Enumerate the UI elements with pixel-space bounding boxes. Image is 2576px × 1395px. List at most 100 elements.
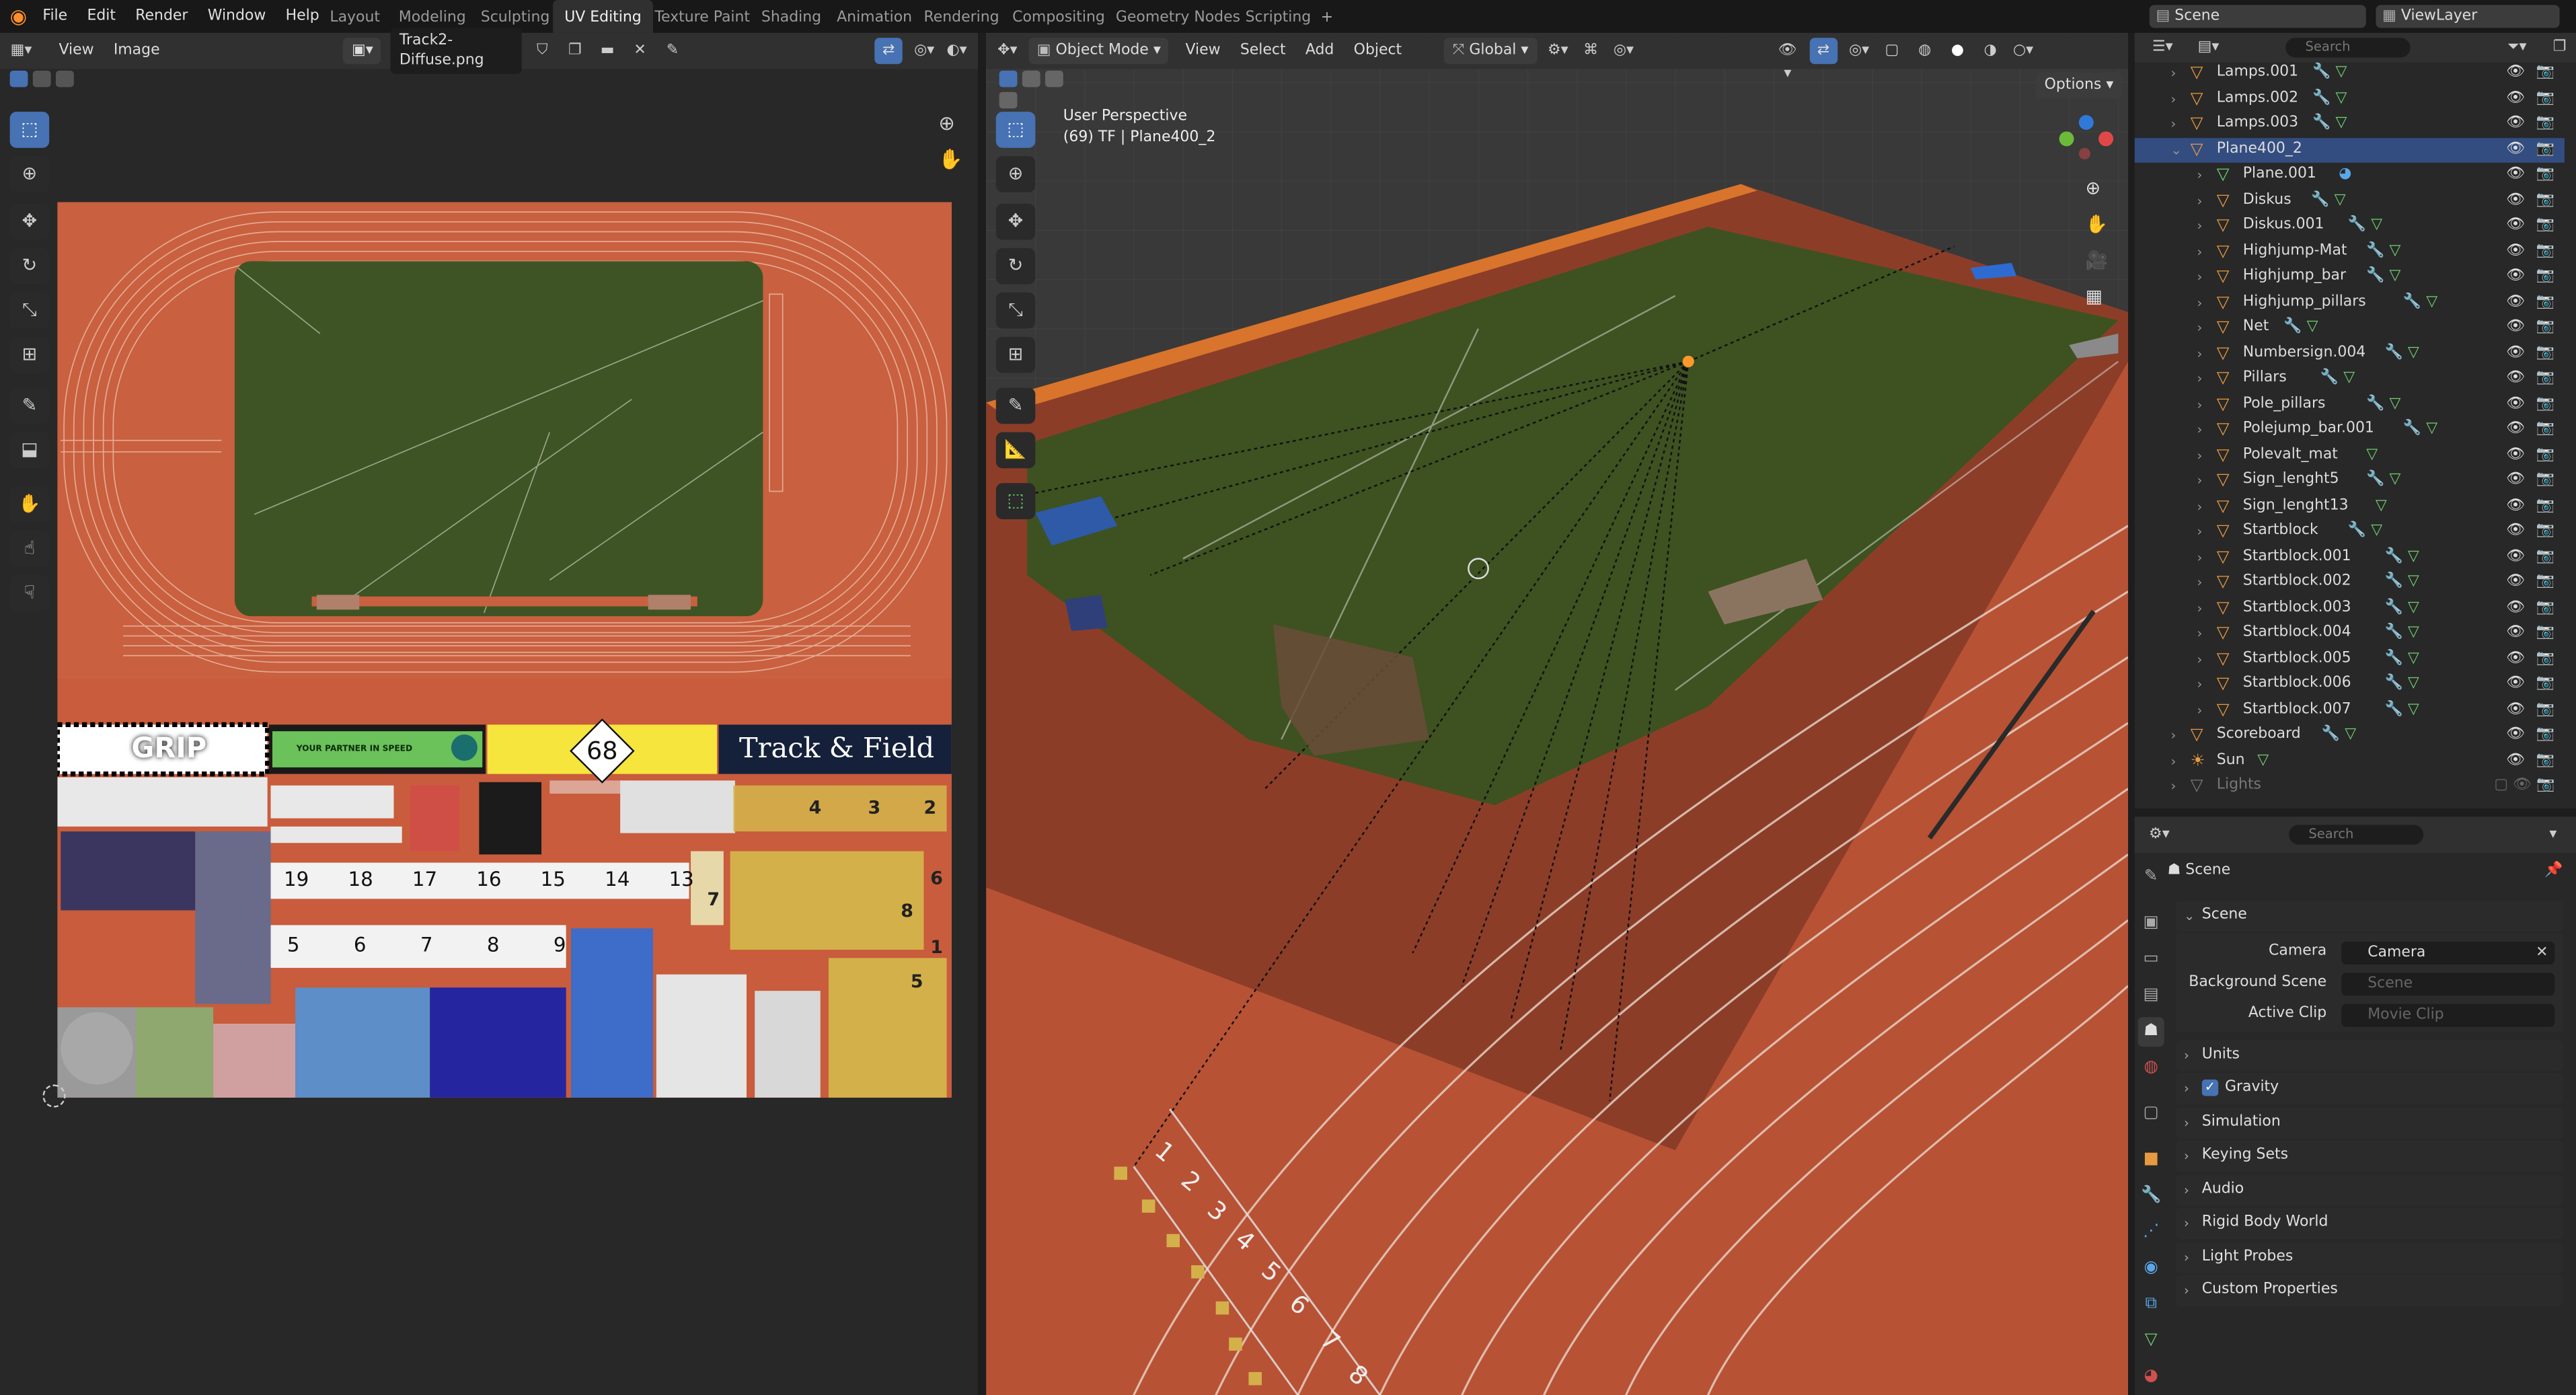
modifier-data-icons[interactable]: 🔧 ▽ [2348,519,2382,545]
pin-icon[interactable]: ✎ [661,40,684,63]
expand-arrow-icon[interactable]: › [2170,774,2176,800]
render-camera-icon[interactable]: 📷 [2536,443,2554,468]
expand-arrow-icon[interactable]: › [2170,112,2176,137]
constraints-tab-icon[interactable]: ⧉ [2138,1290,2164,1320]
transform-icon[interactable]: ⊞ [995,336,1036,373]
visibility-eye-icon[interactable]: 👁 [2506,315,2525,341]
render-camera-icon[interactable]: 📷 [2536,367,2554,392]
editor-type-icon[interactable]: ▦▾ [10,40,33,63]
outliner-row[interactable]: › ▽ Highjump-Mat 🔧 ▽ 👁 📷 [2135,239,2565,264]
grab-icon[interactable]: ✋ [9,486,50,523]
render-camera-icon[interactable]: 📷 [2536,570,2554,596]
annotate-icon[interactable]: ✎ [9,387,50,424]
cursor-icon[interactable]: ⊕ [995,156,1036,192]
viewport-menu-select[interactable]: Select [1240,43,1286,59]
tab-layout[interactable]: Layout [318,0,391,33]
visibility-eye-icon[interactable]: 👁 [2506,519,2525,545]
gravity-panel[interactable]: › ✓ Gravity [2175,1073,2563,1104]
uv-sync-icon[interactable]: ⇄ [874,38,903,65]
rendered-shading-icon[interactable]: ○▾ [2012,40,2035,63]
expand-arrow-icon[interactable]: › [2170,86,2176,112]
visibility-icon[interactable]: 👁▾ [1776,40,1799,83]
render-camera-icon[interactable]: 📷 [2536,188,2554,214]
rotate-icon[interactable]: ↻ [995,248,1036,285]
visibility-eye-icon[interactable]: 👁 [2506,367,2525,392]
scene-panel-header[interactable]: ⌄ Scene [2175,900,2563,932]
select-box-icon[interactable]: ⬚ [995,112,1036,148]
expand-arrow-icon[interactable]: › [2197,519,2202,545]
visibility-eye-icon[interactable]: 👁 [2506,137,2525,163]
modifier-data-icons[interactable]: 🔧 ▽ [2322,723,2356,749]
modifier-data-icons[interactable]: 🔧 ▽ [2385,621,2419,646]
expand-arrow-icon[interactable]: › [2197,596,2202,621]
scale-icon[interactable]: ⤡ [995,292,1036,329]
outliner-row[interactable]: › ▽ Scoreboard 🔧 ▽ 👁 📷 [2135,723,2565,749]
tool-tab-icon[interactable]: ✎ [2138,863,2164,893]
expand-arrow-icon[interactable]: › [2197,290,2202,315]
modifier-data-icons[interactable]: 🔧 ▽ [2385,341,2419,367]
render-camera-icon[interactable]: 📷 [2536,86,2554,112]
modifier-data-icons[interactable]: 🔧 ▽ [2403,290,2437,315]
tab-geometry-nodes[interactable]: Geometry Nodes [1104,0,1252,33]
modifier-data-icons[interactable]: 🔧 ▽ [2311,188,2345,214]
modifier-data-icons[interactable]: 🔧 ▽ [2312,86,2347,112]
render-camera-icon[interactable]: 📷 [2536,494,2554,519]
tab-texture-paint[interactable]: Texture Paint [643,0,761,33]
move-icon[interactable]: ✥ [995,203,1036,240]
visibility-eye-icon[interactable]: 👁 [2506,646,2525,672]
expand-arrow-icon[interactable]: › [2197,672,2202,698]
expand-arrow-icon[interactable]: › [2197,392,2202,418]
open-image-icon[interactable]: ▬ [596,40,619,63]
data-tab-icon[interactable]: ▽ [2138,1326,2164,1356]
image-name-field[interactable]: Track2-Diffuse.png [391,28,521,74]
modifier-data-icons[interactable]: ▽ [2257,749,2269,774]
visibility-eye-icon[interactable]: 👁 [2506,468,2525,494]
outliner-row[interactable]: › ▽ Numbersign.004 🔧 ▽ 👁 📷 [2135,341,2565,367]
snap-icon[interactable]: ⌘ [1579,40,1602,63]
expand-arrow-icon[interactable]: › [2197,239,2202,264]
expand-arrow-icon[interactable]: › [2197,341,2202,367]
material-tab-icon[interactable]: ◕ [2138,1362,2164,1392]
visibility-eye-icon[interactable]: 👁 [2506,163,2525,188]
outliner-search-input[interactable]: Search [2285,38,2411,58]
outliner-row[interactable]: › ▽ Diskus.001 🔧 ▽ 👁 📷 [2135,214,2565,239]
render-camera-icon[interactable]: 📷 [2536,290,2554,315]
tab-compositing[interactable]: Compositing [1001,0,1116,33]
viewport-menu-view[interactable]: View [1185,43,1220,59]
keying-sets-panel[interactable]: › Keying Sets [2175,1140,2563,1172]
gravity-checkbox[interactable]: ✓ [2201,1080,2219,1096]
render-camera-icon[interactable]: 📷 [2536,468,2554,494]
scene-selector[interactable]: ▤ Scene [2149,5,2366,28]
outliner-row[interactable]: › ▽ Startblock.003 🔧 ▽ 👁 📷 [2135,596,2565,621]
modifier-data-icons[interactable]: 🔧 ▽ [2403,418,2437,443]
modifier-data-icons[interactable]: 🔧 ▽ [2385,672,2419,698]
camera-field[interactable]: Camera ✕ [2341,941,2555,965]
filter-icon[interactable]: ⏷▾ [2505,36,2528,59]
solid-shading-icon[interactable]: ● [1946,40,1969,63]
render-camera-icon[interactable]: 📷 [2536,596,2554,621]
pan-hand-icon[interactable]: ✋ [938,148,962,171]
render-camera-icon[interactable]: 📷 [2536,214,2554,239]
render-camera-icon[interactable]: 📷 [2536,749,2554,774]
expand-arrow-icon[interactable]: › [2197,646,2202,672]
background-scene-field[interactable]: Scene [2341,973,2555,996]
outliner-row[interactable]: › ▽ Startblock.002 🔧 ▽ 👁 📷 [2135,570,2565,596]
active-clip-field[interactable]: Movie Clip [2341,1004,2555,1027]
zoom-icon[interactable]: ⊕ [2086,178,2100,199]
scene-tab-icon[interactable]: ☗ [2137,1017,2164,1047]
simulation-panel[interactable]: › Simulation [2175,1107,2563,1139]
render-camera-icon[interactable]: 📷 [2536,163,2554,188]
visibility-eye-icon[interactable]: 👁 [2506,749,2525,774]
xray-icon[interactable]: ▢ [1881,40,1903,63]
duplicate-image-icon[interactable]: ❐ [564,40,586,63]
custom-properties-panel[interactable]: › Custom Properties [2175,1275,2563,1307]
display-mode-icon[interactable]: ▤▾ [2197,36,2220,59]
render-camera-icon[interactable]: 📷 [2536,137,2554,163]
modifier-data-icons[interactable]: 🔧 ▽ [2366,239,2400,264]
texture-image[interactable]: GRIP YOUR PARTNER IN SPEED 68 Track & Fi… [57,202,952,1098]
relax-icon[interactable]: ☝ [9,531,50,567]
move-icon[interactable]: ✥ [9,203,50,240]
image-browse-button[interactable]: ▣▾ [343,38,381,65]
visibility-eye-icon[interactable]: 👁 [2506,621,2525,646]
render-camera-icon[interactable]: 📷 [2536,672,2554,698]
